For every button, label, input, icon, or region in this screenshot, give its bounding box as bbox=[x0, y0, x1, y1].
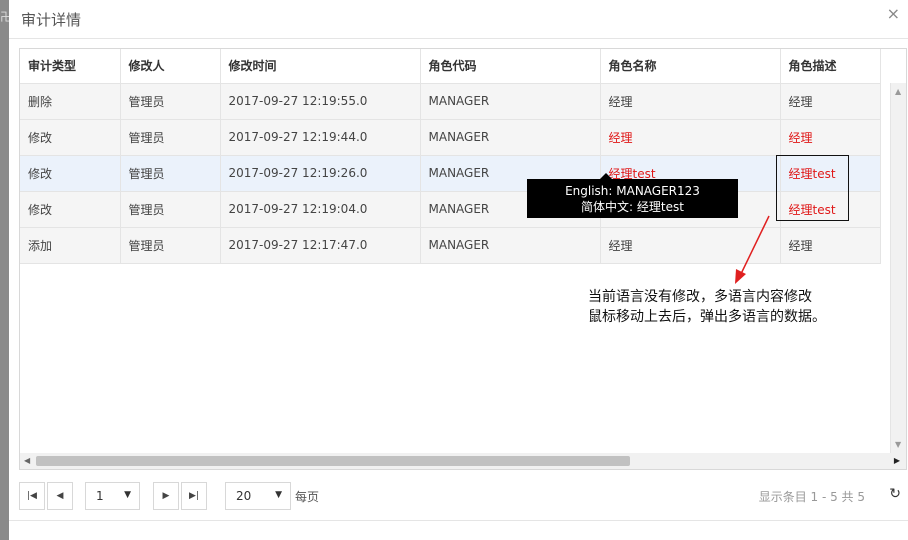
annotation-line-2: 鼠标移动上去后，弹出多语言的数据。 bbox=[588, 309, 826, 325]
annotation-note: 当前语言没有修改，多语言内容修改 鼠标移动上去后，弹出多语言的数据。 bbox=[588, 287, 826, 327]
background-window-edge: 卍 bbox=[0, 0, 12, 540]
annotation-arrow bbox=[735, 215, 770, 284]
annotation-line-1: 当前语言没有修改，多语言内容修改 bbox=[588, 289, 812, 305]
audit-detail-dialog: 审计详情 × 审计类型 修改人 修改时间 角色代码 角色名称 角色描述 删除 管… bbox=[9, 0, 908, 540]
